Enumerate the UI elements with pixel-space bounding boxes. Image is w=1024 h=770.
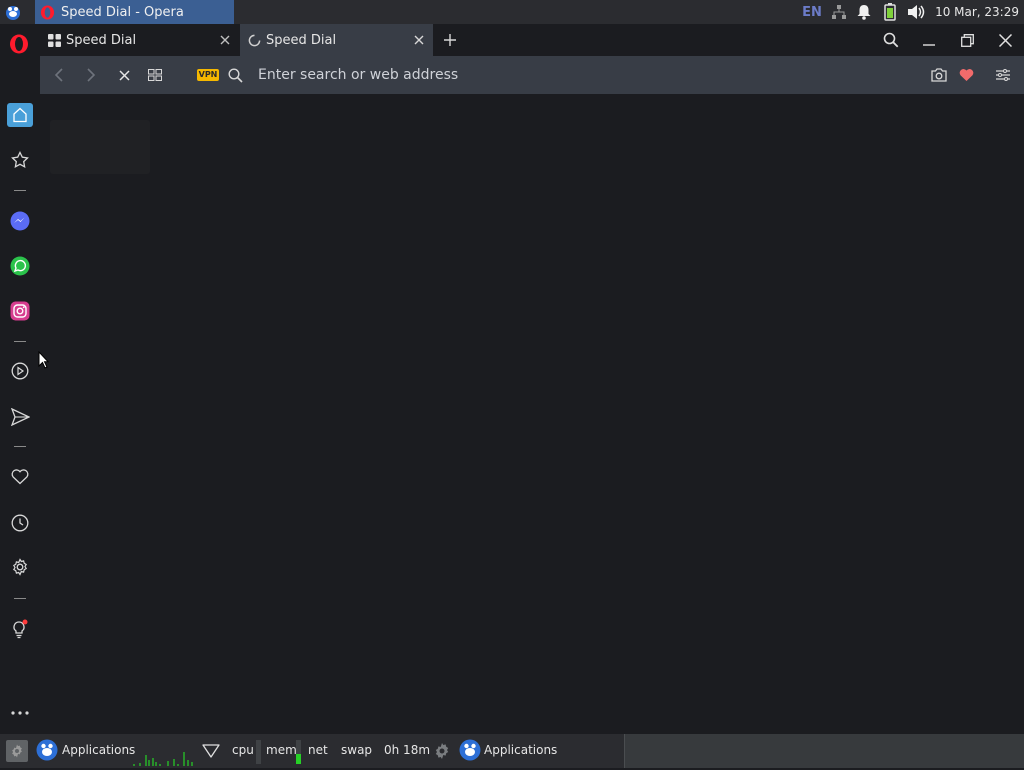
sidebar-divider [14, 446, 26, 447]
sidebar-item-favorites[interactable] [8, 465, 32, 489]
address-bar: VPN [40, 56, 1024, 94]
sidebar-more-icon[interactable] [8, 701, 32, 725]
mem-label: mem [266, 743, 297, 757]
sidebar-item-tips[interactable] [8, 617, 32, 641]
sidebar-item-settings[interactable] [8, 555, 32, 579]
heart-icon [11, 469, 29, 485]
sidebar-item-player[interactable] [8, 359, 32, 383]
tab-title: Speed Dial [266, 32, 337, 48]
network-icon[interactable] [827, 0, 851, 24]
taskbar-window-button[interactable]: Speed Dial - Opera [35, 0, 234, 24]
notification-bell-icon[interactable] [851, 0, 877, 24]
swap-label: swap [341, 743, 373, 757]
sidebar-divider [14, 190, 26, 191]
sidebar-item-messenger[interactable] [8, 209, 32, 233]
panel-gear-icon[interactable] [433, 742, 451, 764]
messenger-icon [10, 211, 30, 231]
xfce-menu-icon[interactable] [4, 3, 22, 21]
applications-menu-label[interactable]: Applications [62, 743, 135, 757]
keyboard-layout-indicator[interactable]: EN [799, 0, 825, 24]
back-icon[interactable] [49, 65, 69, 85]
player-icon [11, 362, 29, 380]
top-panel: Speed Dial - Opera EN 10 Mar, 23:29 [0, 0, 1024, 24]
sidebar-item-instagram[interactable] [8, 299, 32, 323]
instagram-icon [10, 301, 30, 321]
battery-icon[interactable] [877, 0, 903, 24]
sidebar-item-whatsapp[interactable] [8, 254, 32, 278]
my-flow-heart-icon[interactable] [956, 65, 976, 85]
applications-menu-label-2[interactable]: Applications [484, 743, 557, 757]
opera-window-icon [40, 4, 55, 20]
mem-meter [296, 740, 301, 764]
vpn-badge[interactable]: VPN [197, 69, 219, 81]
net-label: net [308, 743, 328, 757]
lightbulb-icon [13, 619, 28, 639]
easy-setup-icon[interactable] [993, 65, 1013, 85]
volume-icon[interactable] [903, 0, 929, 24]
sidebar-item-home[interactable] [7, 103, 33, 127]
mouse-cursor-icon [38, 350, 50, 373]
tab-snapshot-grid-icon[interactable] [145, 65, 165, 85]
opera-sidebar [0, 56, 40, 734]
restore-icon[interactable] [956, 30, 978, 50]
cpu-label: cpu [232, 743, 254, 757]
bookmarks-icon [11, 151, 29, 169]
system-tray: EN 10 Mar, 23:29 [799, 0, 1024, 24]
speed-dial-grid-icon [48, 33, 61, 47]
sidebar-item-history[interactable] [8, 511, 32, 535]
tab-search-icon[interactable] [880, 30, 902, 50]
snapshot-camera-icon[interactable] [929, 65, 949, 85]
stop-loading-icon[interactable] [114, 65, 134, 85]
cpu-graph [132, 740, 196, 770]
search-icon [225, 65, 245, 85]
cpu-meter [256, 740, 261, 764]
address-input[interactable] [258, 64, 918, 86]
taskbar-window-title: Speed Dial - Opera [61, 4, 184, 20]
new-tab-plus-icon[interactable] [440, 30, 460, 50]
sidebar-divider [14, 341, 26, 342]
tab-close-icon[interactable] [409, 30, 429, 50]
send-icon [10, 408, 30, 426]
minimize-icon[interactable] [918, 30, 940, 50]
tab-speed-dial-1[interactable]: Speed Dial [40, 24, 239, 56]
tab-title: Speed Dial [66, 32, 137, 48]
whatsapp-icon [10, 256, 30, 276]
tab-speed-dial-2[interactable]: Speed Dial [240, 24, 433, 56]
home-icon [13, 107, 27, 123]
clock[interactable]: 10 Mar, 23:29 [935, 0, 1019, 24]
sidebar-item-send[interactable] [8, 405, 32, 429]
close-window-icon[interactable] [994, 30, 1016, 50]
applications-menu-icon-2[interactable] [459, 739, 481, 765]
browser-tab-bar: Speed Dial Speed Dial [0, 24, 1024, 56]
network-shield-icon[interactable] [202, 742, 220, 762]
panel-empty-area [624, 734, 1024, 768]
tab-close-icon[interactable] [215, 30, 235, 50]
forward-icon[interactable] [81, 65, 101, 85]
sidebar-divider [14, 598, 26, 599]
speed-dial-page [40, 94, 1024, 734]
loading-spinner-icon [248, 34, 261, 47]
bottom-panel: Applications cpu mem net swap 0h 18m App… [0, 734, 1024, 768]
history-clock-icon [11, 514, 29, 532]
panel-settings-gear-icon[interactable] [6, 740, 28, 762]
opera-menu-icon[interactable] [9, 34, 29, 58]
uptime-label: 0h 18m [384, 743, 431, 757]
sidebar-item-bookmarks[interactable] [8, 148, 32, 172]
applications-menu-icon[interactable] [36, 739, 58, 765]
gear-icon [12, 558, 28, 576]
loading-placeholder-tile [50, 120, 150, 174]
